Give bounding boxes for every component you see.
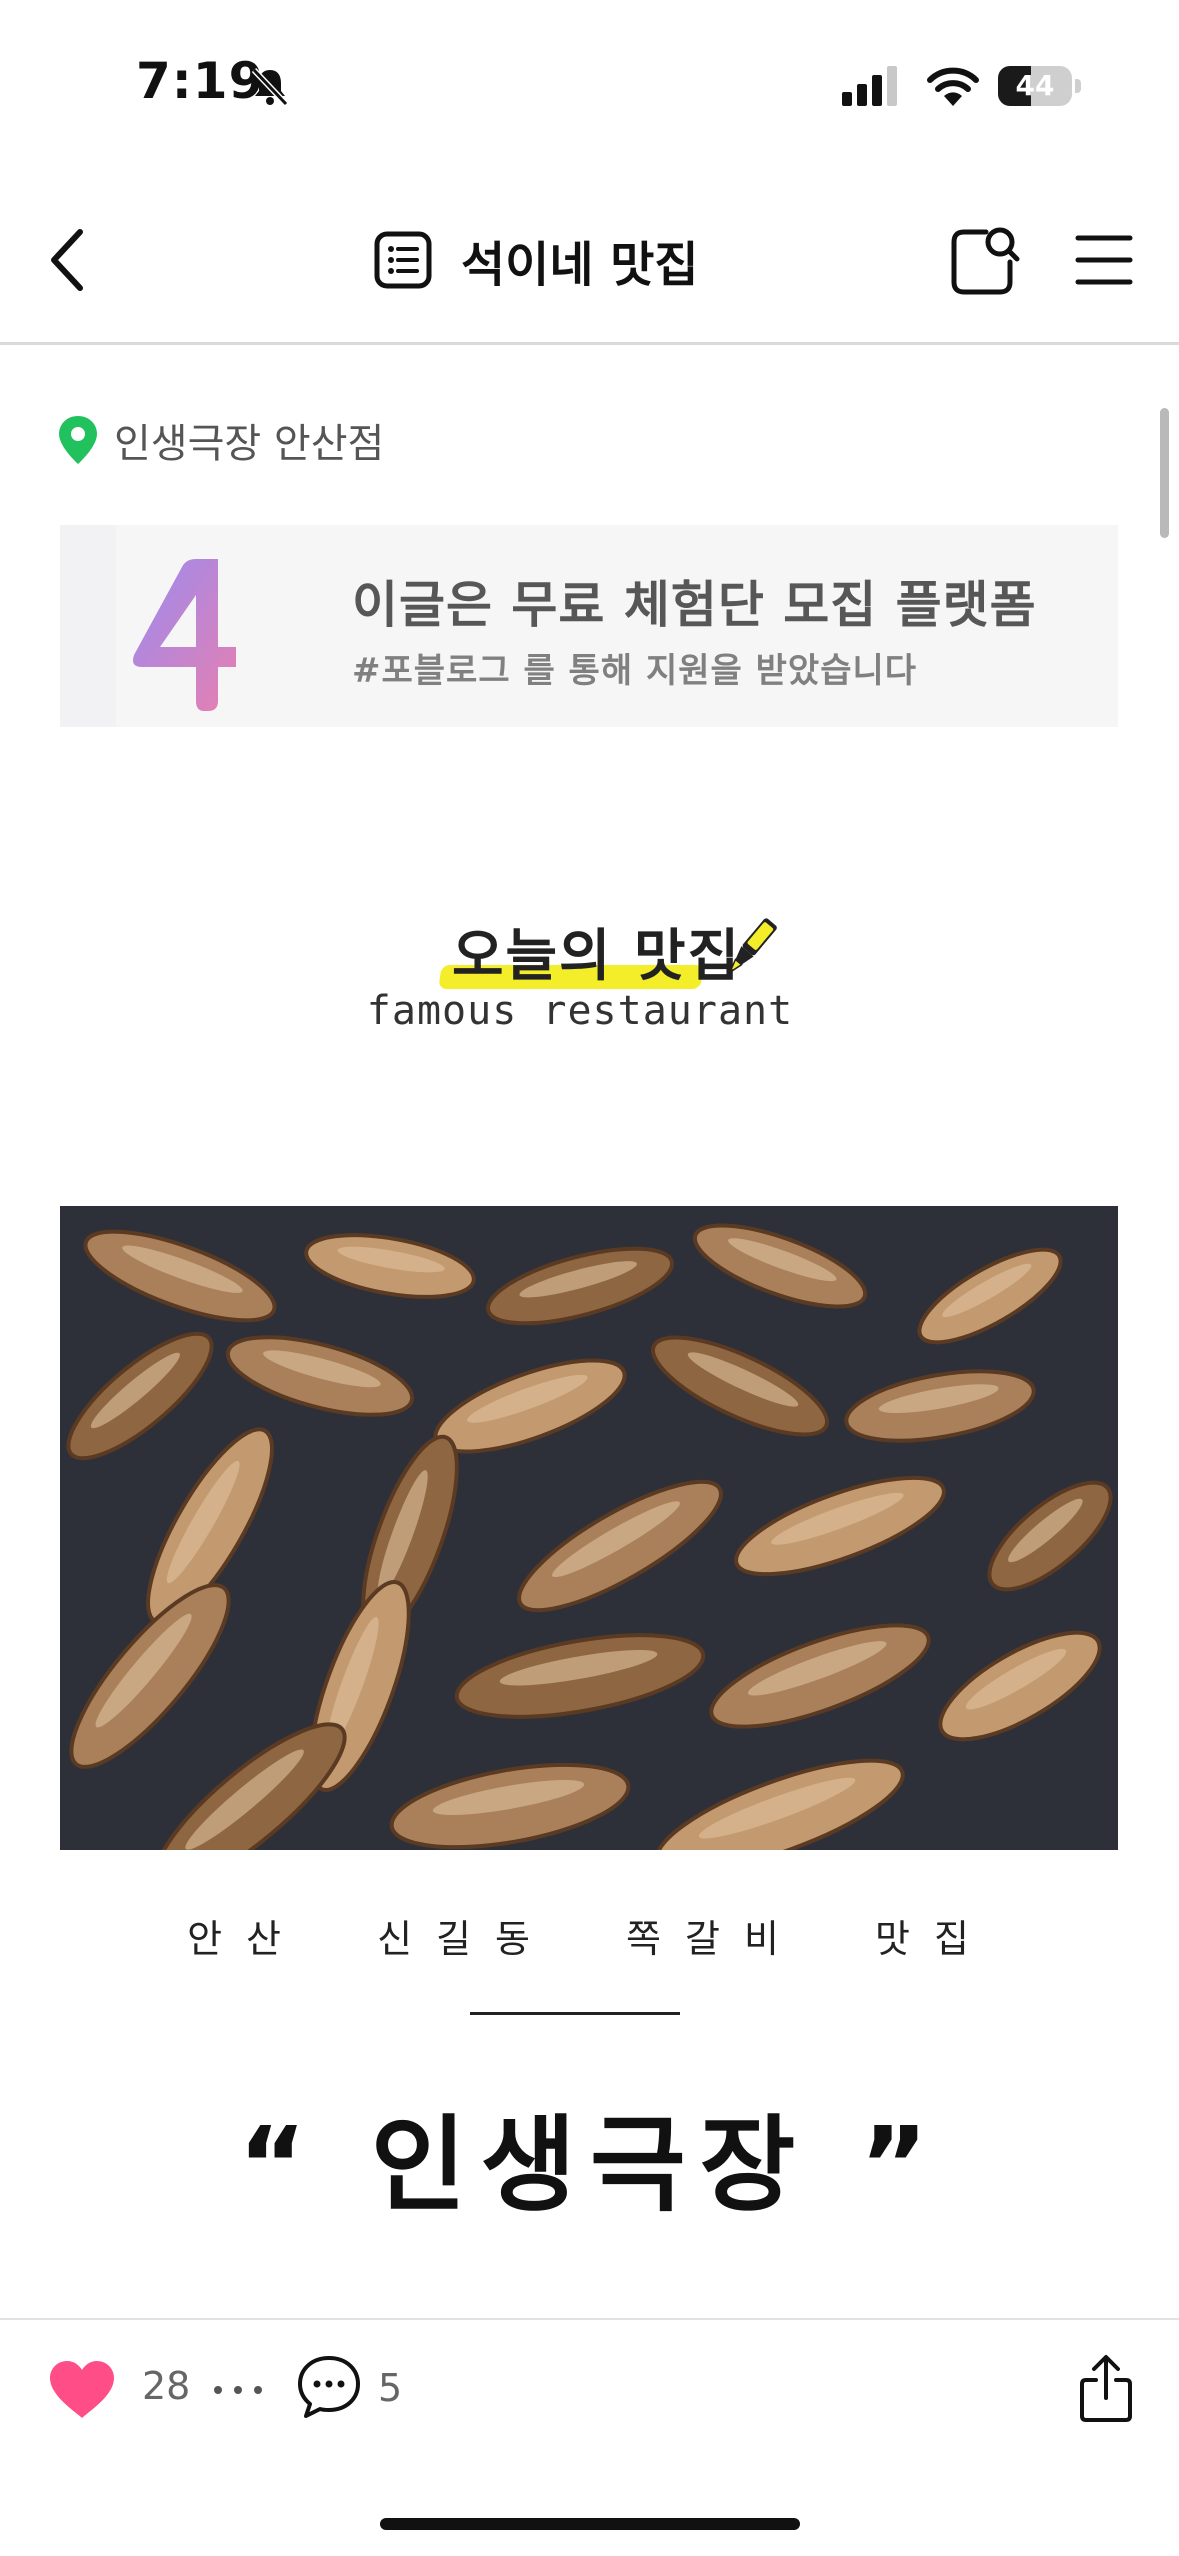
- nav-divider: [0, 342, 1179, 345]
- bell-slash-icon: [251, 67, 289, 107]
- blog-title: 석이네 맛집: [461, 237, 699, 293]
- location-link[interactable]: 인생극장 안산점: [56, 410, 384, 470]
- battery-icon: 44: [998, 66, 1082, 106]
- more-icon[interactable]: [210, 2370, 266, 2410]
- menu-button[interactable]: [1074, 228, 1134, 292]
- fourblog-logo-icon: [133, 559, 236, 711]
- highlighter-pen-icon: [730, 918, 777, 972]
- like-heart-icon[interactable]: [46, 2358, 118, 2422]
- comment-count: 5: [378, 2366, 403, 2410]
- post-caption: 안산 신길동 쪽갈비 맛집: [187, 1917, 993, 1961]
- home-indicator[interactable]: [380, 2518, 800, 2530]
- like-count: 28: [142, 2364, 191, 2408]
- today-subtitle: famous restaurant: [366, 988, 794, 1034]
- restaurant-name: “ 인생극장 ”: [238, 2104, 942, 2226]
- location-text: 인생극장 안산점: [114, 421, 385, 467]
- search-button[interactable]: [950, 222, 1020, 298]
- back-button[interactable]: [44, 222, 94, 298]
- banner-subtitle: #포블로그 를 통해 지원을 받았습니다: [352, 651, 918, 691]
- cellular-signal-icon: [842, 66, 897, 106]
- scrollbar[interactable]: [1160, 408, 1169, 538]
- post-list-icon: [374, 231, 432, 289]
- location-pin-icon: [59, 416, 97, 464]
- bottom-divider: [0, 2318, 1179, 2320]
- today-title: 오늘의 맛집: [452, 924, 742, 989]
- banner-title: 이글은 무료 체험단 모집 플랫폼: [352, 576, 1037, 634]
- food-photo[interactable]: [60, 1206, 1118, 1850]
- sponsor-banner[interactable]: 이글은 무료 체험단 모집 플랫폼 #포블로그 를 통해 지원을 받았습니다: [60, 525, 1118, 727]
- wifi-icon: [927, 67, 979, 106]
- share-icon[interactable]: [1078, 2352, 1134, 2424]
- caption-divider: [470, 2012, 680, 2015]
- status-time: 7:19: [136, 52, 265, 110]
- nav-title-button[interactable]: 석이네 맛집: [373, 222, 699, 298]
- battery-level: 44: [1015, 69, 1055, 102]
- comment-bubble-icon[interactable]: [296, 2354, 362, 2420]
